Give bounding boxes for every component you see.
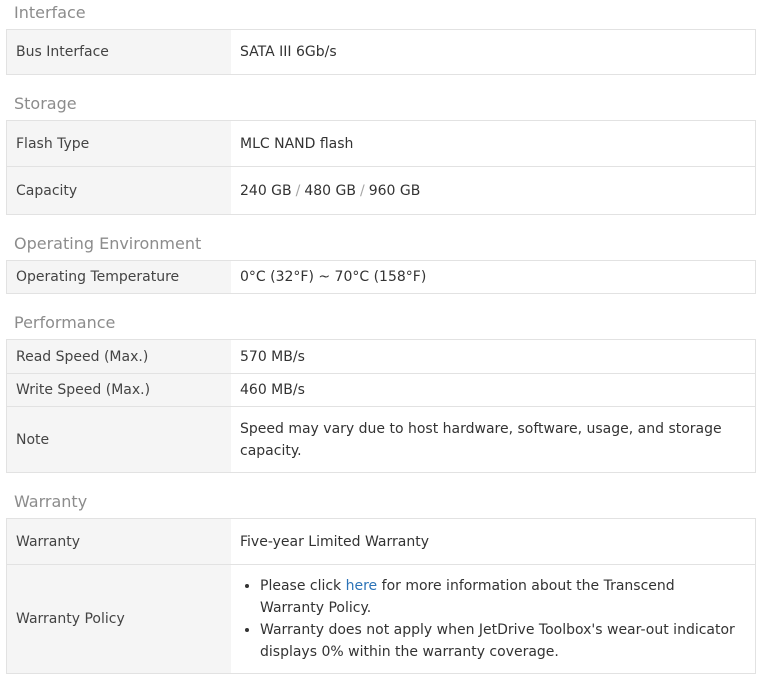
list-item: Warranty does not apply when JetDrive To… xyxy=(260,619,741,663)
section-title-interface: Interface xyxy=(14,3,86,22)
table-row: Note Speed may vary due to host hardware… xyxy=(7,406,755,472)
flash-type-value: MLC NAND flash xyxy=(240,135,354,152)
note-label: Note xyxy=(7,407,231,472)
table-row: Flash Type MLC NAND flash xyxy=(7,121,755,166)
capacity-option-240: 240 GB xyxy=(240,182,292,199)
operating-temperature-label: Operating Temperature xyxy=(7,261,231,293)
bus-interface-value: SATA III 6Gb/s xyxy=(240,44,337,60)
section-title-performance: Performance xyxy=(14,313,116,332)
list-item: Please click here for more information a… xyxy=(260,575,741,619)
write-speed-label: Write Speed (Max.) xyxy=(7,374,231,406)
flash-type-label: Flash Type xyxy=(7,121,231,166)
environment-table: Operating Temperature 0°C (32°F) ~ 70°C … xyxy=(6,260,756,294)
interface-table: Bus Interface SATA III 6Gb/s xyxy=(6,29,756,75)
capacity-value: 240 GB / 480 GB / 960 GB xyxy=(231,167,755,214)
spec-page: Interface Bus Interface SATA III 6Gb/s S… xyxy=(0,0,770,680)
capacity-separator: / xyxy=(359,182,365,199)
operating-temperature-value: 0°C (32°F) ~ 70°C (158°F) xyxy=(240,269,427,285)
capacity-option-480: 480 GB xyxy=(304,182,356,199)
section-title-environment: Operating Environment xyxy=(14,234,202,253)
note-value: Speed may vary due to host hardware, sof… xyxy=(240,420,722,459)
section-title-storage: Storage xyxy=(14,94,77,113)
read-speed-label: Read Speed (Max.) xyxy=(7,340,231,373)
table-row: Read Speed (Max.) 570 MB/s xyxy=(7,340,755,373)
warranty-label: Warranty xyxy=(7,519,231,564)
table-row: Warranty Five-year Limited Warranty xyxy=(7,519,755,564)
warranty-table: Warranty Five-year Limited Warranty Warr… xyxy=(6,518,756,674)
table-row: Write Speed (Max.) 460 MB/s xyxy=(7,373,755,406)
table-row: Operating Temperature 0°C (32°F) ~ 70°C … xyxy=(7,261,755,293)
table-row: Bus Interface SATA III 6Gb/s xyxy=(7,30,755,74)
table-row: Capacity 240 GB / 480 GB / 960 GB xyxy=(7,166,755,214)
capacity-separator: / xyxy=(295,182,301,199)
bus-interface-label: Bus Interface xyxy=(7,30,231,74)
warranty-policy-list: Please click here for more information a… xyxy=(240,575,741,663)
performance-table: Read Speed (Max.) 570 MB/s Write Speed (… xyxy=(6,339,756,473)
capacity-option-960: 960 GB xyxy=(368,182,421,199)
warranty-value: Five-year Limited Warranty xyxy=(240,533,429,550)
table-row: Warranty Policy Please click here for mo… xyxy=(7,564,755,673)
warranty-policy-link[interactable]: here xyxy=(346,578,378,594)
policy-text-before: Please click xyxy=(260,578,346,594)
section-title-warranty: Warranty xyxy=(14,492,88,511)
write-speed-value: 460 MB/s xyxy=(240,382,305,398)
storage-table: Flash Type MLC NAND flash Capacity 240 G… xyxy=(6,120,756,215)
warranty-policy-label: Warranty Policy xyxy=(7,565,231,673)
read-speed-value: 570 MB/s xyxy=(240,348,305,365)
capacity-label: Capacity xyxy=(7,167,231,214)
warranty-policy-value: Please click here for more information a… xyxy=(231,565,755,673)
